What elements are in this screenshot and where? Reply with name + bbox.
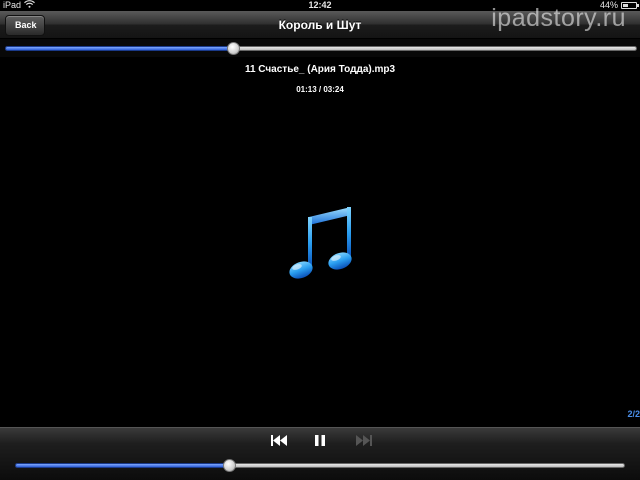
playback-toolbar: [0, 427, 640, 480]
back-button[interactable]: Back: [5, 15, 45, 36]
page-counter: 2/2: [627, 409, 640, 419]
bottom-progress-slider[interactable]: [15, 458, 625, 472]
track-title: 11 Счастье_ (Ария Тодда).mp3: [244, 64, 396, 75]
previous-track-button[interactable]: [269, 433, 289, 451]
slider-fill: [15, 463, 229, 468]
pause-button[interactable]: [310, 433, 330, 451]
next-track-button[interactable]: [354, 433, 374, 451]
slider-thumb[interactable]: [222, 459, 236, 472]
slider-fill: [5, 46, 233, 51]
next-track-icon: [356, 433, 372, 451]
top-progress-slider[interactable]: [5, 41, 637, 55]
slider-thumb[interactable]: [226, 42, 240, 55]
track-time: 01:13 / 03:24: [296, 85, 344, 94]
watermark: ipadstory.ru: [491, 4, 626, 32]
previous-track-icon: [271, 433, 287, 451]
music-player-screen: iPad 12:42 44% Король и Шут Back ipadsto…: [0, 0, 640, 480]
pause-icon: [315, 433, 325, 451]
music-note-icon: [285, 203, 355, 283]
playback-controls: [0, 433, 640, 451]
